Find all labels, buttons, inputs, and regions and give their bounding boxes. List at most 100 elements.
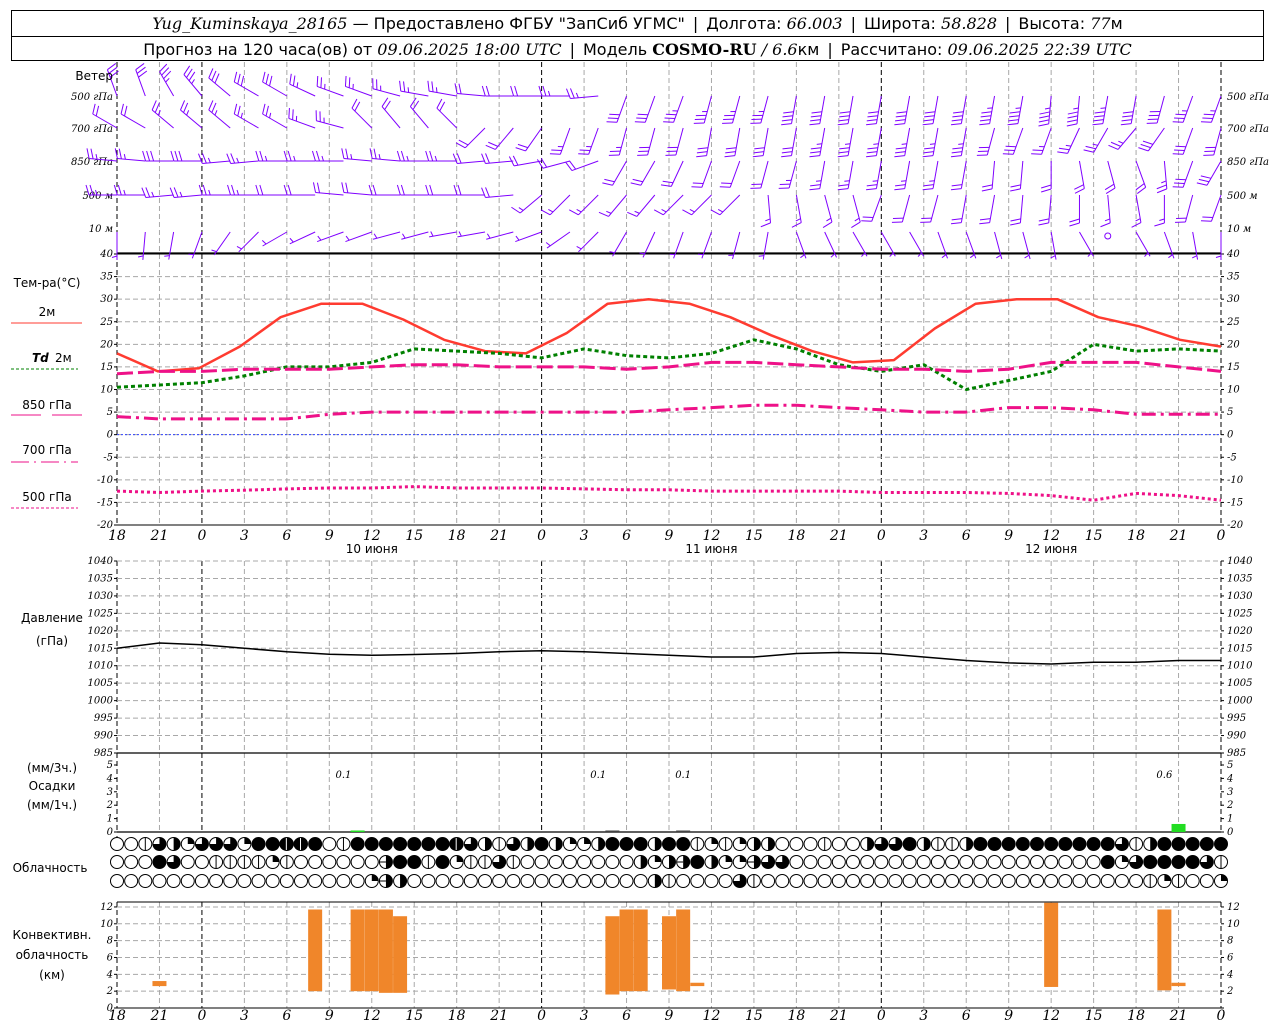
cloud-symbol xyxy=(322,874,337,888)
barb-staff xyxy=(788,160,797,189)
cloud-circle xyxy=(945,855,960,869)
wind-barb xyxy=(549,127,571,155)
wind-barb xyxy=(950,127,967,158)
barb-staff xyxy=(612,160,627,186)
cloud-fill xyxy=(293,837,300,851)
barb-feather xyxy=(979,222,990,225)
barb-staff xyxy=(871,194,882,222)
cloud-fill xyxy=(569,837,577,844)
pressure-tick-label-right: 1010 xyxy=(1227,661,1253,672)
cloud-symbol xyxy=(336,837,351,851)
barb-staff xyxy=(791,95,797,124)
barb-half-feather xyxy=(289,237,294,243)
cloud-circle xyxy=(704,874,719,888)
x-tick-label: 0 xyxy=(877,528,886,544)
barb-half-feather xyxy=(816,143,822,145)
barb-feather xyxy=(226,153,232,164)
cloud-symbol xyxy=(902,855,917,869)
wind-barb xyxy=(1172,127,1194,155)
cloud-symbol xyxy=(209,874,224,888)
cloud-circle xyxy=(1058,837,1073,851)
barb-feather xyxy=(180,100,186,111)
cloud-circle xyxy=(888,855,903,869)
wind-barb xyxy=(637,127,656,156)
cloud-symbol xyxy=(1086,874,1101,888)
calm-circle xyxy=(1104,232,1112,240)
cloud-symbol xyxy=(732,855,747,869)
cloud-circle xyxy=(945,874,960,888)
cloud-symbol xyxy=(619,874,634,888)
barb-feather xyxy=(439,101,446,112)
cloud-circle xyxy=(449,874,464,888)
barb-staff xyxy=(762,231,769,260)
cloud-circle xyxy=(265,837,280,851)
barb-feather xyxy=(485,144,496,150)
pressure-tick-label-right: 1030 xyxy=(1227,591,1253,602)
wind-barb xyxy=(1203,127,1222,156)
barb-staff xyxy=(351,107,373,129)
wind-barb xyxy=(1066,95,1080,127)
cloud-circle xyxy=(690,855,705,869)
barb-half-feather xyxy=(486,233,491,239)
wind-barb xyxy=(1200,194,1222,222)
wind-barb xyxy=(481,187,514,198)
cloud-symbol xyxy=(916,855,931,869)
barb-staff xyxy=(1093,127,1109,153)
wind-barb xyxy=(894,95,911,126)
cloud-circle xyxy=(860,874,875,888)
legend-500-label: 500 гПа xyxy=(22,490,71,504)
cloud-circle xyxy=(605,855,620,869)
cloud-symbol xyxy=(1129,874,1144,888)
barb-feather xyxy=(783,111,794,114)
barb-staff xyxy=(1182,160,1194,188)
cloud-circle xyxy=(888,874,903,888)
wind-barb xyxy=(565,160,599,172)
barb-feather xyxy=(895,119,906,122)
barb-staff xyxy=(1184,194,1194,223)
barb-feather xyxy=(400,150,405,162)
barb-feather xyxy=(627,211,638,217)
barb-feather xyxy=(510,85,515,97)
cloud-fill xyxy=(725,855,733,862)
x-tick-label: 9 xyxy=(325,528,334,544)
barb-staff xyxy=(120,113,146,129)
wind-barb xyxy=(866,95,882,126)
barb-staff xyxy=(457,160,486,164)
barb-half-feather xyxy=(576,209,582,213)
barb-feather xyxy=(1069,222,1080,227)
barb-half-feather xyxy=(321,155,324,162)
barb-feather xyxy=(980,115,992,118)
cloud-circle xyxy=(959,855,974,869)
cloud-circle xyxy=(534,855,549,869)
barb-staff xyxy=(234,113,259,129)
cloud-fill xyxy=(272,855,280,862)
x-tick-label: 6 xyxy=(622,1008,631,1024)
cloud-symbol xyxy=(959,855,974,869)
barb-staff xyxy=(457,93,486,97)
wind-barb xyxy=(922,95,939,126)
cloud-symbol xyxy=(1114,855,1129,869)
cloud-symbol xyxy=(591,855,606,869)
wind-barb xyxy=(981,160,996,192)
cloud-circle xyxy=(619,855,634,869)
barb-feather xyxy=(292,109,294,120)
precip-tick-label: 5 xyxy=(107,760,113,771)
barb-half-feather xyxy=(575,92,579,98)
barb-feather xyxy=(1010,222,1021,226)
pressure-tick-label: 1035 xyxy=(88,573,113,584)
cloud-symbol xyxy=(775,874,790,888)
barb-feather xyxy=(1174,182,1185,185)
barb-feather xyxy=(512,155,519,166)
pressure-tick-label-right: 985 xyxy=(1227,748,1246,759)
cloud-symbol xyxy=(237,855,252,869)
barb-half-feather xyxy=(1161,180,1167,184)
conv-tick-label-right: 6 xyxy=(1227,952,1234,963)
x-tick-label: 0 xyxy=(197,528,206,544)
meteogram: 1818212100336699121215151818212100336699… xyxy=(11,62,1269,1024)
barb-feather xyxy=(664,117,675,120)
x-tick-label: 21 xyxy=(489,528,508,544)
barb-feather xyxy=(427,80,430,92)
barb-feather xyxy=(481,85,486,97)
cloud-symbol xyxy=(1199,837,1214,851)
barb-staff xyxy=(343,158,372,162)
